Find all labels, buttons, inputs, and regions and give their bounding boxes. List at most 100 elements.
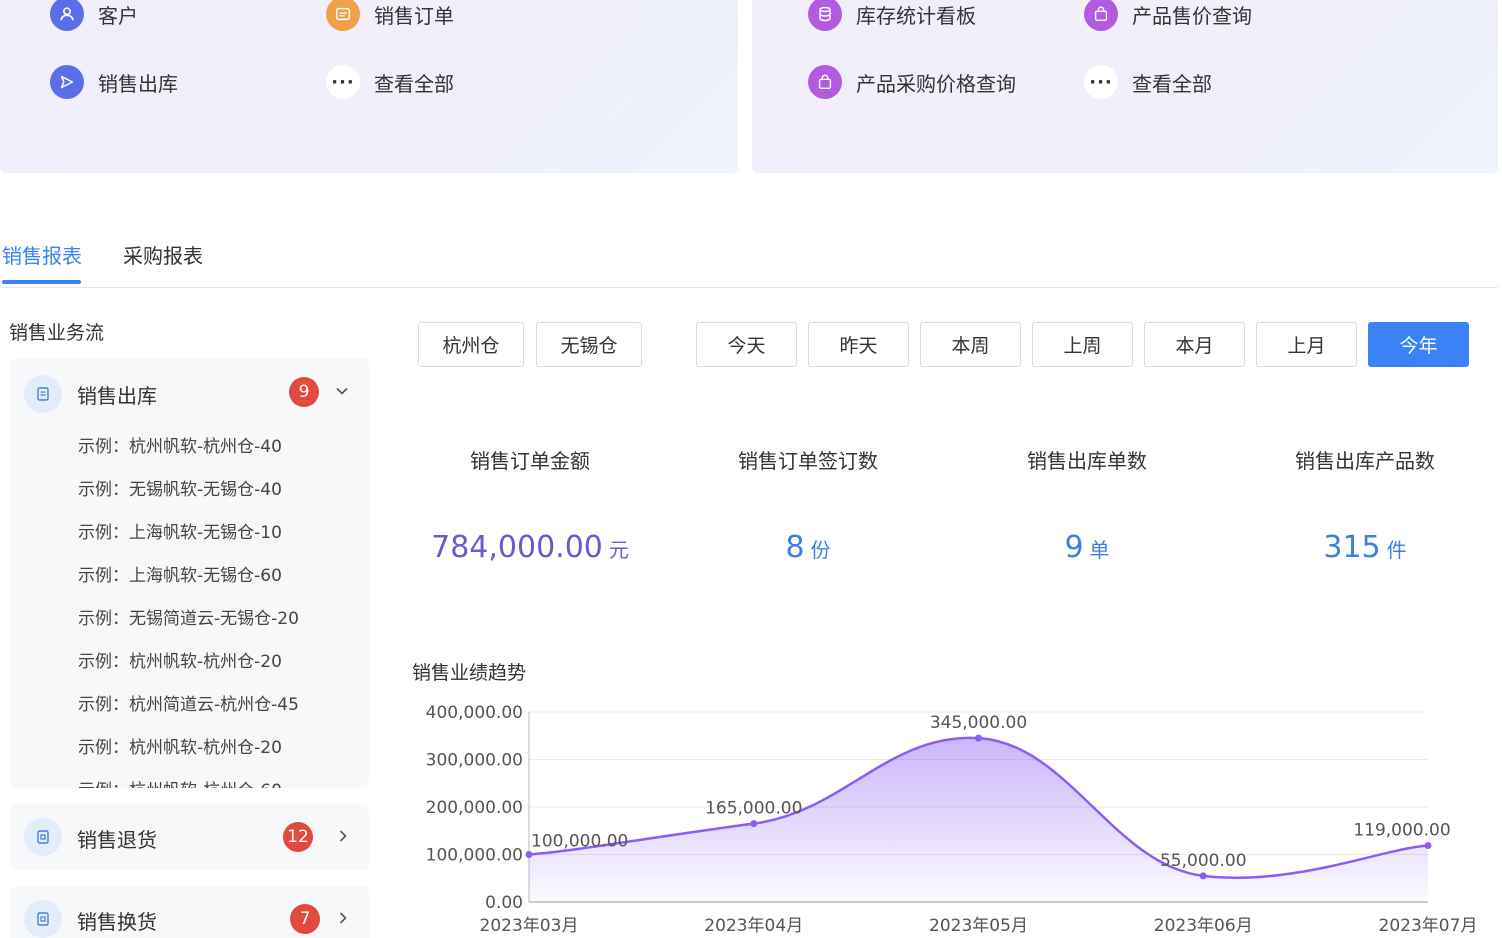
data-label: 345,000.00 — [930, 713, 1027, 733]
list-item[interactable]: 示例：杭州帆软-杭州仓-20 — [78, 733, 282, 758]
more-icon: ··· — [326, 65, 360, 99]
shortcut-inventory-dashboard[interactable]: 库存统计看板 — [808, 0, 976, 31]
stat-label-order-amount: 销售订单金额 — [470, 449, 590, 473]
sales-trend-chart: 0.00 100,000.00 200,000.00 300,000.00 400,00… — [426, 703, 1478, 936]
data-point — [975, 734, 982, 742]
chevron-down-icon[interactable] — [335, 383, 349, 402]
shortcut-label: 销售订单 — [374, 3, 454, 28]
filter-period-this-month[interactable]: 本月 — [1144, 322, 1245, 367]
report-tabs: 销售报表 采购报表 — [0, 222, 1498, 288]
y-tick-label: 200,000.00 — [426, 798, 523, 818]
list-item[interactable]: 示例：杭州简道云-杭州仓-45 — [78, 690, 299, 715]
tab-purchase-report[interactable]: 采购报表 — [123, 240, 203, 269]
flow-title: 销售业务流 — [9, 322, 105, 344]
stat-unit: 件 — [1386, 538, 1407, 562]
filter-period-yesterday[interactable]: 昨天 — [808, 322, 909, 367]
filter-period-today[interactable]: 今天 — [696, 322, 797, 367]
filter-warehouse-hangzhou[interactable]: 杭州仓 — [418, 322, 524, 367]
document-icon — [24, 375, 62, 413]
count-badge: 7 — [290, 904, 320, 934]
stat-value-product-count: 315 件 — [1235, 530, 1495, 565]
tab-sales-report[interactable]: 销售报表 — [2, 240, 82, 269]
document-icon — [24, 818, 62, 856]
filter-period-last-week[interactable]: 上周 — [1032, 322, 1133, 367]
bag-icon — [808, 65, 842, 99]
customer-icon — [50, 0, 84, 31]
stat-label-order-count: 销售订单签订数 — [738, 449, 878, 473]
stat-value-order-amount: 784,000.00 元 — [400, 530, 660, 565]
stat-unit: 单 — [1089, 538, 1110, 562]
y-tick-label: 400,000.00 — [426, 703, 523, 723]
flow-group-sales-return[interactable]: 销售退货 12 — [10, 804, 369, 870]
stat-number: 315 — [1323, 530, 1381, 565]
send-icon — [50, 65, 84, 99]
series-area — [529, 737, 1428, 902]
document-icon — [24, 900, 62, 938]
list-item[interactable]: 示例：无锡简道云-无锡仓-20 — [78, 604, 299, 629]
data-label: 119,000.00 — [1353, 820, 1450, 840]
shortcut-label: 销售出库 — [98, 71, 178, 96]
flow-group-label: 销售换货 — [77, 910, 157, 934]
bag-icon — [1084, 0, 1118, 31]
stat-number: 784,000.00 — [431, 530, 603, 565]
shortcut-view-all-right[interactable]: ··· 查看全部 — [1084, 65, 1212, 99]
list-item[interactable]: 示例：杭州帆软-杭州仓-20 — [78, 647, 282, 672]
data-point — [525, 851, 533, 858]
filter-period-this-week[interactable]: 本周 — [920, 322, 1021, 367]
shortcut-sales-outbound[interactable]: 销售出库 — [50, 65, 178, 99]
x-tick-label: 2023年06月 — [1154, 916, 1253, 936]
data-point — [1199, 872, 1207, 880]
y-tick-label: 100,000.00 — [426, 846, 523, 866]
more-icon: ··· — [1084, 65, 1118, 99]
flow-group-sales-exchange[interactable]: 销售换货 7 — [10, 886, 369, 938]
y-tick-label: 0.00 — [485, 893, 523, 913]
flow-group-label: 销售退货 — [77, 828, 157, 852]
data-label: 100,000.00 — [531, 832, 628, 852]
x-tick-label: 2023年04月 — [704, 916, 803, 936]
stat-value-order-count: 8份 — [678, 530, 938, 565]
data-label: 55,000.00 — [1160, 851, 1247, 871]
flow-group-label: 销售出库 — [77, 383, 157, 408]
shortcut-label: 客户 — [98, 3, 138, 28]
filter-warehouse-wuxi[interactable]: 无锡仓 — [536, 322, 642, 367]
filter-period-last-month[interactable]: 上月 — [1256, 322, 1357, 367]
stat-label-product-count: 销售出库产品数 — [1295, 449, 1435, 473]
count-badge: 9 — [289, 377, 319, 407]
shortcut-label: 查看全部 — [1132, 71, 1212, 96]
chevron-right-icon[interactable] — [336, 910, 350, 929]
count-badge: 12 — [283, 822, 313, 852]
shortcut-view-all-left[interactable]: ··· 查看全部 — [326, 65, 454, 99]
order-icon — [326, 0, 360, 31]
stat-label-outbound-count: 销售出库单数 — [1027, 449, 1147, 473]
quick-access-card-right: 库存统计看板 产品售价查询 产品采购价格查询 ··· 查看全部 — [752, 0, 1498, 173]
shortcut-purchase-price-query[interactable]: 产品采购价格查询 — [808, 65, 1016, 99]
x-tick-label: 2023年07月 — [1379, 916, 1478, 936]
list-item[interactable]: 示例：杭州帆软-杭州仓-60 — [78, 776, 282, 788]
stat-unit: 份 — [810, 538, 831, 562]
y-tick-label: 300,000.00 — [426, 751, 523, 771]
list-item[interactable]: 示例：杭州帆软-杭州仓-40 — [78, 432, 282, 457]
stat-number: 9 — [1064, 530, 1084, 565]
x-tick-label: 2023年05月 — [929, 916, 1028, 936]
stat-unit: 元 — [608, 538, 629, 562]
shortcut-label: 库存统计看板 — [856, 3, 976, 28]
flow-group-sales-outbound: 销售出库 9 示例：杭州帆软-杭州仓-40 示例：无锡帆软-无锡仓-40 示例：… — [10, 358, 369, 788]
chart-title: 销售业绩趋势 — [412, 662, 527, 684]
shortcut-label: 产品采购价格查询 — [856, 71, 1016, 96]
shortcut-sales-order[interactable]: 销售订单 — [326, 0, 454, 31]
shortcut-price-query[interactable]: 产品售价查询 — [1084, 0, 1252, 31]
shortcut-label: 产品售价查询 — [1132, 3, 1252, 28]
active-tab-indicator — [2, 280, 81, 284]
list-item[interactable]: 示例：上海帆软-无锡仓-10 — [78, 518, 282, 543]
data-point — [750, 820, 758, 828]
list-item[interactable]: 示例：上海帆软-无锡仓-60 — [78, 561, 282, 586]
data-point — [1424, 841, 1432, 849]
shortcut-label: 查看全部 — [374, 71, 454, 96]
filter-period-this-year[interactable]: 今年 — [1368, 322, 1469, 367]
list-item[interactable]: 示例：无锡帆软-无锡仓-40 — [78, 475, 282, 500]
chevron-right-icon[interactable] — [336, 828, 350, 847]
x-tick-label: 2023年03月 — [480, 916, 579, 936]
data-label: 165,000.00 — [705, 799, 802, 819]
shortcut-customer[interactable]: 客户 — [50, 0, 138, 31]
stat-value-outbound-count: 9单 — [957, 530, 1217, 565]
